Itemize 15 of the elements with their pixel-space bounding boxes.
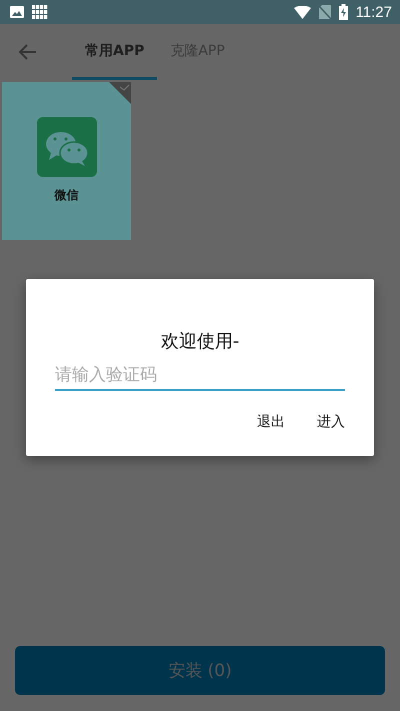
grid-icon [32, 4, 48, 20]
verification-code-field[interactable]: 请输入验证码 [55, 365, 345, 391]
app-tile[interactable]: 微信 [2, 82, 131, 240]
status-time: 11:27 [356, 4, 392, 20]
battery-charging-icon [338, 4, 348, 20]
wifi-icon [294, 6, 311, 18]
dialog-action[interactable]: 进入 [305, 405, 357, 439]
back-arrow-icon[interactable] [19, 44, 37, 60]
check-corner-icon [109, 82, 131, 104]
app-name: 微信 [54, 187, 78, 204]
image-icon [10, 6, 24, 18]
dialog-action[interactable]: 退出 [245, 405, 297, 439]
dialog-title: 欢迎使用- [160, 330, 240, 353]
no-sim-icon [318, 5, 331, 19]
chat-bubbles-icon [36, 117, 96, 177]
